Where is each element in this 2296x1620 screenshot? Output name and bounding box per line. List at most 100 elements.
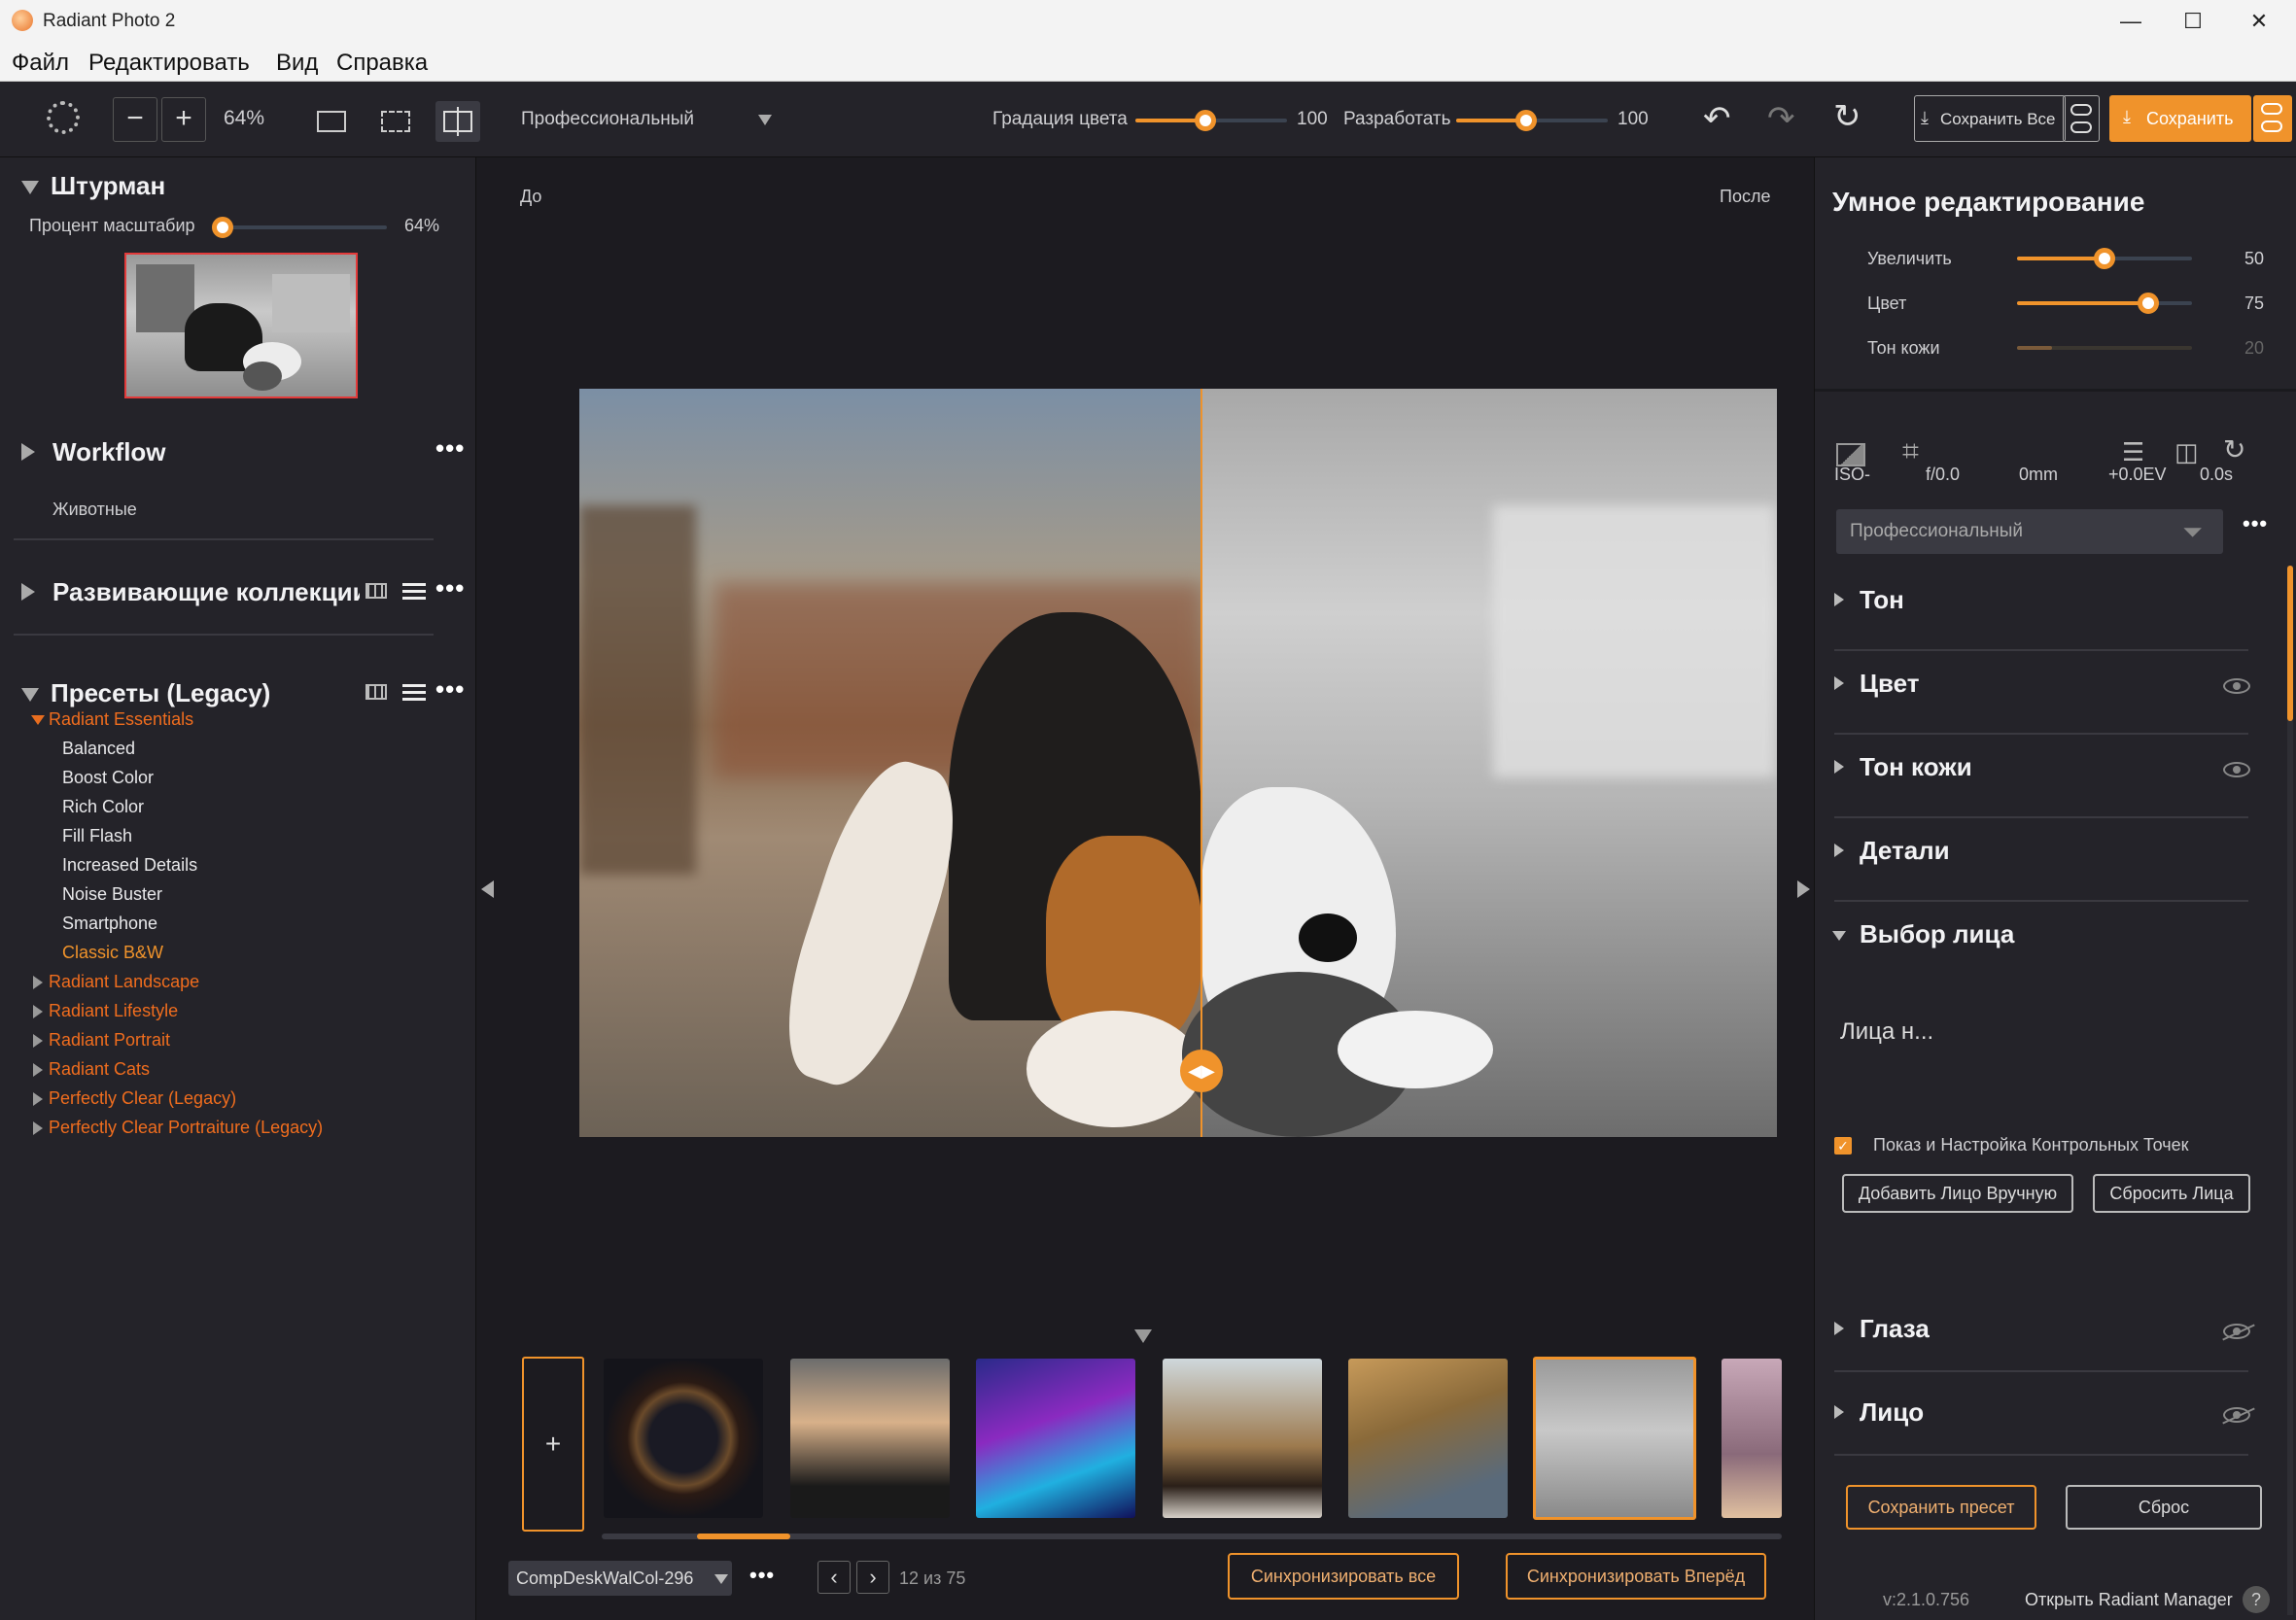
histogram-icon[interactable] <box>1836 443 1865 466</box>
rotate-icon[interactable]: ↻ <box>2223 433 2245 465</box>
preset-item-selected[interactable]: Classic B&W <box>62 943 163 963</box>
redo-icon[interactable]: ↷ <box>1767 99 1795 138</box>
preset-item[interactable]: Rich Color <box>62 797 144 817</box>
section-expand-icon[interactable] <box>1834 844 1844 857</box>
color-visibility-eye-icon[interactable] <box>2223 678 2250 694</box>
open-manager-link[interactable]: Открыть Radiant Manager <box>2025 1590 2233 1610</box>
section-face[interactable]: Лицо <box>1860 1397 1924 1428</box>
navigator-zoom-knob[interactable] <box>212 217 233 238</box>
collections-expand-icon[interactable] <box>21 583 35 601</box>
filter-icon[interactable]: ⏷ <box>2182 517 2203 548</box>
eyes-hidden-eye-icon[interactable] <box>2223 1324 2250 1339</box>
filmstrip-thumbnail[interactable] <box>790 1359 950 1518</box>
collections-more-icon[interactable]: ••• <box>435 573 465 603</box>
presets-list-view-icon[interactable] <box>402 684 426 702</box>
sync-forward-button[interactable]: Синхронизировать Вперёд <box>1506 1553 1766 1600</box>
filmstrip-thumbnail[interactable] <box>1722 1359 1782 1518</box>
filmstrip-scroll-thumb[interactable] <box>697 1534 790 1539</box>
zoom-in-button[interactable]: + <box>161 97 206 142</box>
category-expand-icon[interactable] <box>33 1005 43 1018</box>
minimize-button[interactable]: — <box>2098 0 2164 43</box>
navigator-zoom-slider[interactable] <box>212 217 387 238</box>
category-expand-icon[interactable] <box>33 1063 43 1077</box>
section-tone[interactable]: Тон <box>1860 585 1904 615</box>
add-face-button[interactable]: Добавить Лицо Вручную <box>1842 1174 2073 1213</box>
preset-category[interactable]: Radiant Lifestyle <box>49 1001 178 1021</box>
menu-file[interactable]: Файл <box>12 50 69 77</box>
settings-gear-icon[interactable] <box>47 101 80 134</box>
section-expand-icon[interactable] <box>1834 1405 1844 1419</box>
section-expand-icon[interactable] <box>1834 676 1844 690</box>
split-line[interactable] <box>1200 389 1202 1137</box>
save-button[interactable]: ⤓ Сохранить <box>2109 95 2251 142</box>
section-color[interactable]: Цвет <box>1860 669 1919 699</box>
right-panel-scrollbar[interactable] <box>2287 566 2293 1615</box>
undo-icon[interactable]: ↶ <box>1703 99 1731 138</box>
gradation-slider[interactable] <box>1135 110 1287 131</box>
collapse-left-panel-icon[interactable] <box>481 880 494 898</box>
section-expand-icon[interactable] <box>1834 760 1844 774</box>
preset-item[interactable]: Noise Buster <box>62 884 162 905</box>
collections-list-view-icon[interactable] <box>402 583 426 601</box>
category-expand-icon[interactable] <box>33 976 43 989</box>
folder-select[interactable]: CompDeskWalCol-296 <box>508 1561 732 1596</box>
presets-grid-view-icon[interactable] <box>365 684 387 700</box>
menu-edit[interactable]: Редактировать <box>88 50 250 77</box>
maximize-button[interactable]: ☐ <box>2160 0 2226 43</box>
navigator-collapse-icon[interactable] <box>21 181 39 194</box>
mode-select[interactable]: Профессиональный <box>521 109 694 130</box>
filmstrip-thumbnail[interactable] <box>976 1359 1135 1518</box>
section-expand-icon[interactable] <box>1834 593 1844 606</box>
enhance-knob[interactable] <box>2094 248 2115 269</box>
save-all-options-toggle-icon[interactable] <box>2063 95 2100 142</box>
develop-knob[interactable] <box>1514 110 1537 131</box>
preset-item[interactable]: Boost Color <box>62 768 154 788</box>
sync-all-button[interactable]: Синхронизировать все <box>1228 1553 1459 1600</box>
split-view-button[interactable] <box>435 101 480 142</box>
close-button[interactable]: ✕ <box>2226 0 2292 43</box>
filmstrip-thumbnail-selected[interactable] <box>1533 1357 1696 1520</box>
single-view-icon[interactable] <box>317 111 346 132</box>
presets-collapse-icon[interactable] <box>21 688 39 702</box>
filmstrip-thumbnail[interactable] <box>604 1359 763 1518</box>
side-by-side-icon[interactable] <box>381 111 410 132</box>
color-knob[interactable] <box>2138 293 2159 314</box>
workflow-expand-icon[interactable] <box>21 443 35 461</box>
section-face-select[interactable]: Выбор лица <box>1860 919 2014 949</box>
profile-select[interactable]: Профессиональный ⏷ <box>1836 509 2223 554</box>
preset-category[interactable]: Radiant Cats <box>49 1059 150 1080</box>
save-preset-button[interactable]: Сохранить пресет <box>1846 1485 2036 1530</box>
category-expand-icon[interactable] <box>33 1121 43 1135</box>
preset-category[interactable]: Perfectly Clear (Legacy) <box>49 1088 236 1109</box>
reset-faces-button[interactable]: Сбросить Лица <box>2093 1174 2250 1213</box>
skin-tone-visibility-eye-icon[interactable] <box>2223 762 2250 777</box>
develop-slider[interactable] <box>1456 110 1608 131</box>
save-all-button[interactable]: ⤓ Сохранить Все <box>1914 95 2066 142</box>
workflow-more-icon[interactable]: ••• <box>435 433 465 464</box>
preset-category[interactable]: Radiant Landscape <box>49 972 199 992</box>
section-details[interactable]: Детали <box>1860 836 1950 866</box>
preset-item[interactable]: Fill Flash <box>62 826 132 846</box>
preset-item[interactable]: Increased Details <box>62 855 197 876</box>
preset-item[interactable]: Balanced <box>62 739 135 759</box>
profile-more-icon[interactable]: ••• <box>2243 511 2268 536</box>
workflow-item[interactable]: Животные <box>52 500 137 520</box>
gradation-knob[interactable] <box>1194 110 1216 131</box>
next-photo-button[interactable]: › <box>856 1561 889 1594</box>
filmstrip-scrollbar[interactable] <box>602 1534 1782 1539</box>
section-eyes[interactable]: Глаза <box>1860 1314 1930 1344</box>
preset-item[interactable]: Smartphone <box>62 913 157 934</box>
section-skin-tone[interactable]: Тон кожи <box>1860 752 1972 782</box>
previous-photo-button[interactable]: ‹ <box>818 1561 851 1594</box>
preset-category[interactable]: Perfectly Clear Portraiture (Legacy) <box>49 1118 323 1138</box>
photo-canvas[interactable]: ◀▶ <box>579 389 1777 1137</box>
control-points-checkbox[interactable]: ✓ <box>1834 1137 1852 1155</box>
navigator-thumbnail[interactable] <box>124 253 358 398</box>
zoom-out-button[interactable]: − <box>113 97 157 142</box>
section-collapse-icon[interactable] <box>1832 931 1846 941</box>
presets-more-icon[interactable]: ••• <box>435 674 465 705</box>
add-photo-button[interactable]: + <box>522 1357 584 1532</box>
menu-view[interactable]: Вид <box>276 50 318 77</box>
collapse-right-panel-icon[interactable] <box>1797 880 1810 898</box>
filmstrip-thumbnail[interactable] <box>1163 1359 1322 1518</box>
